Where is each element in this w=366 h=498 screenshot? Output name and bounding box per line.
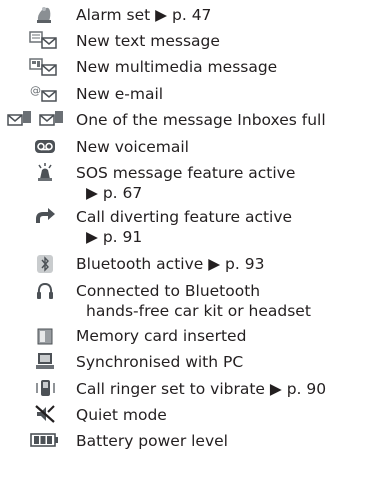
- item-text: New voicemail: [76, 138, 189, 156]
- item-text: Connected to Bluetooth: [76, 282, 261, 300]
- call-divert-icon: [34, 207, 56, 227]
- bluetooth-icon: [34, 254, 56, 274]
- item-text: SOS message feature active: [76, 164, 296, 182]
- item-text-continued: ▶ p. 91: [86, 228, 143, 246]
- battery-icon: [28, 430, 60, 450]
- item-text-continued: ▶ p. 67: [86, 184, 143, 202]
- sos-icon: [34, 162, 56, 182]
- headset-icon: [34, 281, 56, 301]
- text-message-icon: [28, 30, 60, 50]
- pc-sync-icon: [34, 351, 56, 371]
- item-text: New multimedia message: [76, 58, 278, 76]
- voicemail-icon: [34, 136, 56, 156]
- inbox-full-icon: [6, 109, 70, 129]
- item-text: Memory card inserted: [76, 327, 247, 345]
- item-text: One of the message Inboxes full: [76, 111, 326, 129]
- item-text: New text message: [76, 32, 220, 50]
- svg-text:@: @: [30, 84, 41, 97]
- vibrate-icon: [34, 378, 56, 398]
- memory-card-icon: [34, 326, 56, 346]
- quiet-mode-icon: [34, 404, 56, 424]
- item-text: Alarm set ▶ p. 47: [76, 6, 212, 24]
- item-text: Quiet mode: [76, 406, 167, 424]
- multimedia-message-icon: [28, 57, 60, 77]
- item-text: Synchronised with PC: [76, 353, 244, 371]
- item-text: Call diverting feature active: [76, 208, 293, 226]
- item-text: Call ringer set to vibrate ▶ p. 90: [76, 380, 327, 398]
- item-text: New e-mail: [76, 85, 164, 103]
- item-text: Bluetooth active ▶ p. 93: [76, 255, 265, 273]
- item-text: Battery power level: [76, 432, 228, 450]
- email-icon: @: [28, 83, 60, 103]
- item-text-continued: hands-free car kit or headset: [86, 302, 311, 320]
- alarm-icon: [34, 5, 56, 25]
